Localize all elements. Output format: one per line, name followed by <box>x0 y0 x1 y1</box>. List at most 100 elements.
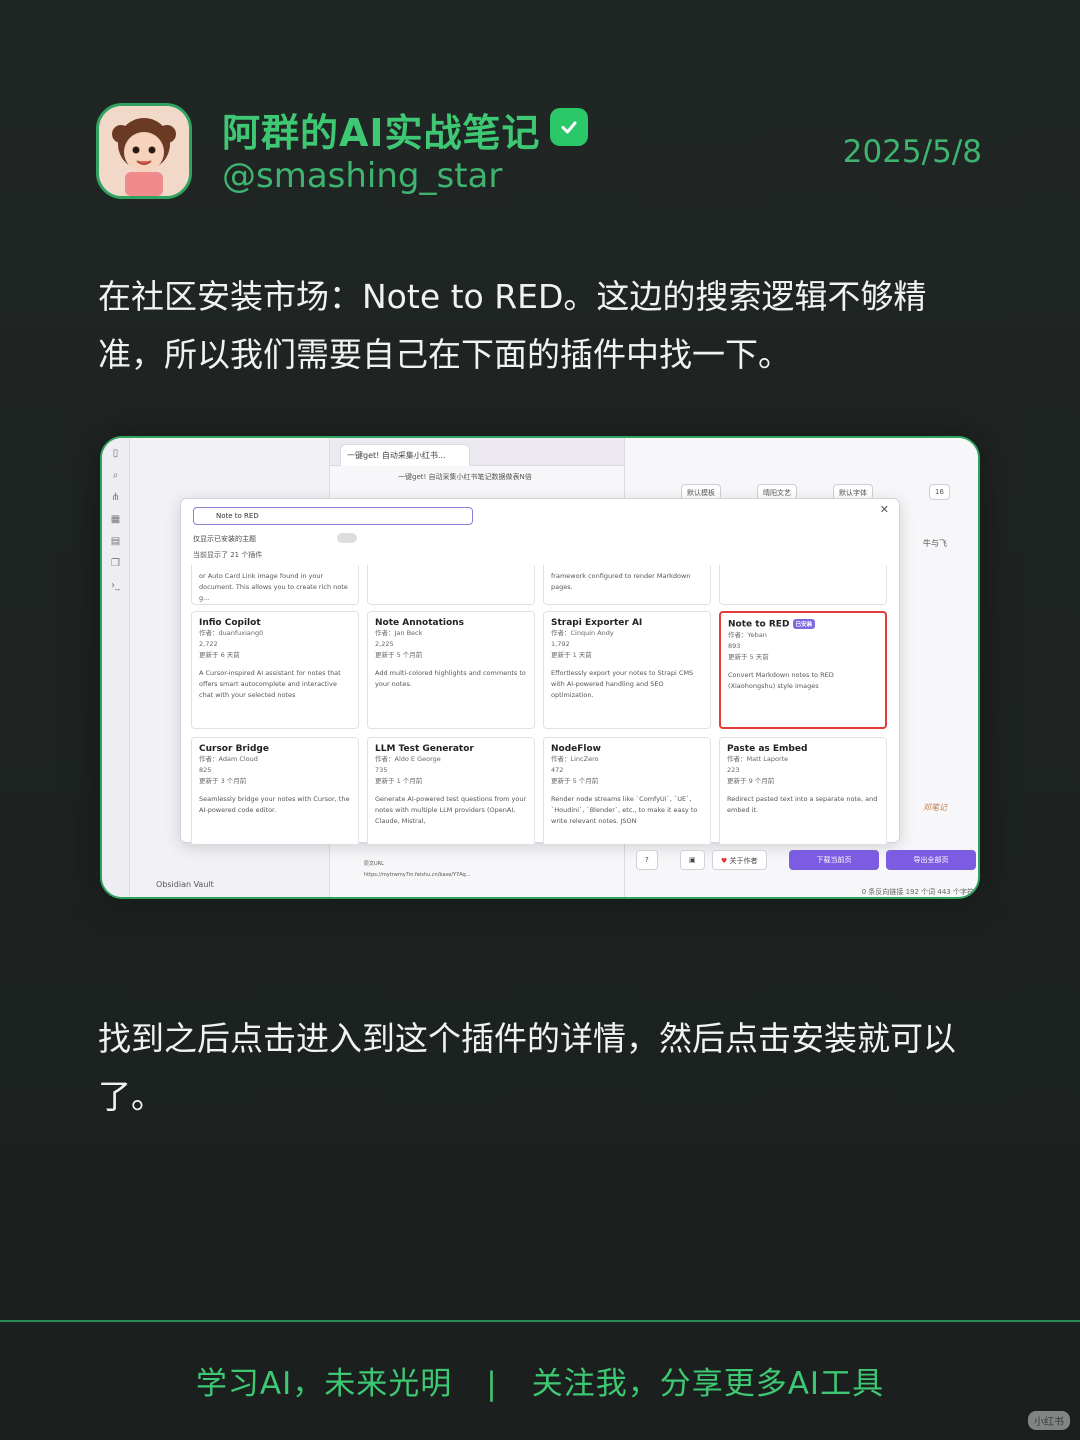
plugin-desc: Add multi-colored highlights and comment… <box>375 669 526 688</box>
note-title: 一键get! 自动采集小红书笔记数据做表N倍 <box>398 473 532 481</box>
font-size-stepper[interactable]: 16 <box>929 484 950 500</box>
plugin-author: 作者：LincZero <box>551 755 599 763</box>
plugin-downloads: 223 <box>727 766 740 774</box>
plugin-card[interactable]: LLM Test Generator 作者：Aldo E George 735 … <box>367 737 535 844</box>
plugin-name: Cursor Bridge <box>199 744 269 754</box>
plugin-downloads: 735 <box>375 766 388 774</box>
plugin-card-partial[interactable] <box>367 565 535 605</box>
preview-side-text-2: 邓笔记 <box>923 803 947 812</box>
footer-right: 关注我，分享更多AI工具 <box>531 1366 885 1402</box>
plugin-author: 作者：Aldo E George <box>375 755 441 763</box>
footer-slogan: 学习AI，未来光明 | 关注我，分享更多AI工具 <box>0 1358 1080 1403</box>
plugin-name: Note to RED <box>728 619 790 630</box>
plugin-name: Infio Copilot <box>199 618 261 628</box>
plugin-card[interactable]: Infio Copilot 作者：duanfuxiang0 2,722 更新于 … <box>191 611 359 729</box>
image-button[interactable]: ▣ <box>680 850 705 870</box>
plugin-updated: 更新于 9 个月前 <box>727 777 775 785</box>
preview-action-bar: ? ▣ ♥ 关于作者 下载当前页 导出全部页 0 条反向链接 192 个词 44… <box>624 842 978 897</box>
avatar-illustration <box>99 106 189 196</box>
active-tab[interactable]: 一键get! 自动采集小红书... <box>340 444 470 466</box>
plugin-author: 作者：Jan Beck <box>375 629 423 637</box>
url-label: 原文URL <box>364 861 384 867</box>
plugin-updated: 更新于 5 天前 <box>728 652 769 661</box>
footer-separator: | <box>486 1366 498 1402</box>
plugin-card[interactable]: Strapi Exporter AI 作者：Cinquin Andy 1,792… <box>543 611 711 729</box>
plugin-card[interactable]: Paste as Embed 作者：Matt Laporte 223 更新于 9… <box>719 737 887 844</box>
plugin-downloads: 2,722 <box>199 640 218 648</box>
plugin-grid: or Auto Card Link image found in your do… <box>191 565 891 844</box>
plugin-desc: Seamlessly bridge your notes with Cursor… <box>199 795 350 814</box>
terminal-icon[interactable]: ›_ <box>109 580 123 592</box>
preview-side-text: 牛与飞 <box>923 539 947 548</box>
plugin-updated: 更新于 6 天前 <box>199 651 240 659</box>
plugin-card[interactable]: Note Annotations 作者：Jan Beck 2,225 更新于 5… <box>367 611 535 729</box>
author-name[interactable]: 阿群的AI实战笔记 <box>222 102 541 157</box>
plugin-card-note-to-red[interactable]: Note to RED 已安装 作者：Yeban 893 更新于 5 天前 Co… <box>719 611 887 729</box>
plugin-card[interactable]: NodeFlow 作者：LincZero 472 更新于 5 个月前 Rende… <box>543 737 711 844</box>
community-plugins-modal: ✕ Note to RED 仅显示已安装的主题 当前显示了 21 个插件 or … <box>180 498 900 844</box>
plugin-desc: Render node streams like `ComfyUi`, `UE`… <box>551 795 698 825</box>
plugin-downloads: 2,225 <box>375 640 394 648</box>
plugin-author: 作者：duanfuxiang0 <box>199 629 264 637</box>
calendar-icon[interactable]: ▤ <box>109 536 123 548</box>
plugin-desc: framework configured to render Markdown … <box>551 572 691 591</box>
plugin-updated: 更新于 5 个月前 <box>375 651 423 659</box>
plugin-updated: 更新于 1 个月前 <box>375 777 423 785</box>
about-author-label: 关于作者 <box>729 857 758 865</box>
outro-paragraph: 找到之后点击进入到这个插件的详情，然后点击安装就可以了。 <box>98 1019 956 1116</box>
plugin-author: 作者：Adam Cloud <box>199 755 258 763</box>
plugin-desc: Redirect pasted text into a separate not… <box>727 795 878 814</box>
installed-badge: 已安装 <box>792 619 816 629</box>
plugin-name: Paste as Embed <box>727 744 808 754</box>
plugin-downloads: 472 <box>551 766 564 774</box>
footer-divider <box>0 1320 1080 1322</box>
installed-only-toggle[interactable] <box>337 533 357 543</box>
files-icon[interactable]: ▯ <box>109 448 123 460</box>
grid-icon[interactable]: ▦ <box>109 514 123 526</box>
author-avatar[interactable] <box>96 103 192 199</box>
obsidian-screenshot: ▯ ⌕ ⋔ ▦ ▤ ❐ ›_ Obsidian Vault 一键get! 自动采… <box>100 436 980 899</box>
plugin-updated: 更新于 3 个月前 <box>199 777 247 785</box>
plugin-name: Note Annotations <box>375 618 464 628</box>
vault-switcher[interactable]: Obsidian Vault <box>156 880 214 889</box>
verified-badge <box>550 108 588 146</box>
heart-icon: ♥ <box>721 857 728 865</box>
plugin-name: LLM Test Generator <box>375 744 474 754</box>
export-all-button[interactable]: 导出全部页 <box>886 850 976 870</box>
plugin-updated: 更新于 5 个月前 <box>551 777 599 785</box>
footer-left: 学习AI，未来光明 <box>195 1366 453 1402</box>
check-icon <box>561 121 577 134</box>
plugin-card[interactable]: Cursor Bridge 作者：Adam Cloud 825 更新于 3 个月… <box>191 737 359 844</box>
copy-icon[interactable]: ❐ <box>109 558 123 570</box>
search-icon[interactable]: ⌕ <box>109 470 123 482</box>
plugin-card-partial[interactable]: framework configured to render Markdown … <box>543 565 711 605</box>
post-date: 2025/5/8 <box>842 134 982 170</box>
platform-watermark: 小红书 <box>1028 1411 1070 1430</box>
plugin-desc: Effortlessly export your notes to Strapi… <box>551 669 694 699</box>
intro-paragraph: 在社区安装市场：Note to RED。这边的搜索逻辑不够精准，所以我们需要自己… <box>98 277 927 374</box>
plugin-count: 当前显示了 21 个插件 <box>193 551 263 559</box>
plugin-search-input[interactable]: Note to RED <box>193 507 473 525</box>
plugin-desc: Convert Markdown notes to RED (Xiaohongs… <box>728 670 834 690</box>
plugin-downloads: 1,792 <box>551 640 570 648</box>
plugin-desc: Generate AI-powered test questions from … <box>375 795 527 825</box>
plugin-card-partial[interactable]: or Auto Card Link image found in your do… <box>191 565 359 605</box>
plugin-desc: or Auto Card Link image found in your do… <box>199 572 348 602</box>
plugin-card-partial[interactable] <box>719 565 887 605</box>
url-value[interactable]: https://mytrwmy7in.feishu.cn/base/Y7Aq..… <box>364 872 584 878</box>
help-button[interactable]: ? <box>636 850 658 870</box>
left-ribbon: ▯ ⌕ ⋔ ▦ ▤ ❐ ›_ <box>102 438 130 897</box>
installed-only-label: 仅显示已安装的主题 <box>193 535 256 543</box>
graph-icon[interactable]: ⋔ <box>109 492 123 504</box>
plugin-author: 作者：Yeban <box>728 630 767 639</box>
plugin-name: NodeFlow <box>551 744 601 754</box>
close-icon[interactable]: ✕ <box>880 503 889 516</box>
plugin-name: Strapi Exporter AI <box>551 618 643 628</box>
about-author-button[interactable]: ♥ 关于作者 <box>712 850 767 870</box>
plugin-desc: A Cursor-inspired AI assistant for notes… <box>199 669 341 699</box>
download-page-button[interactable]: 下载当前页 <box>789 850 879 870</box>
author-handle[interactable]: @smashing_star <box>222 156 502 196</box>
plugin-author: 作者：Cinquin Andy <box>551 629 614 637</box>
plugin-downloads: 825 <box>199 766 212 774</box>
plugin-downloads: 893 <box>728 641 741 650</box>
